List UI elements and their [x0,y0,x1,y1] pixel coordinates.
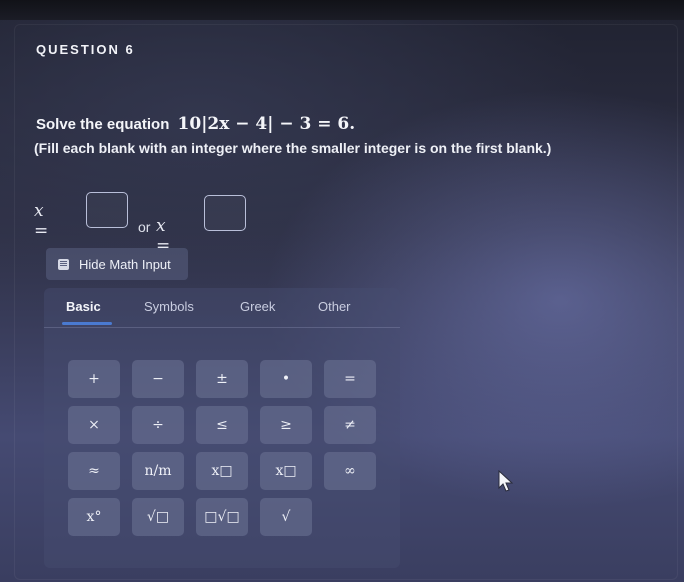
tab-basic[interactable]: Basic [66,299,101,314]
key-divide[interactable]: ÷ [132,406,184,444]
browser-top-bar [0,0,684,20]
key-plus-minus[interactable]: ± [196,360,248,398]
answer-blank-2[interactable] [204,195,246,231]
prompt-text: Solve the equation [36,116,170,133]
math-keyboard: Basic Symbols Greek Other + − ± • = × ÷ … [44,288,400,568]
equation: 10|2x − 4| − 3 = 6. [177,114,356,134]
key-not-equal[interactable]: ≠ [324,406,376,444]
keyboard-tabs: Basic Symbols Greek Other [44,288,400,328]
key-minus[interactable]: − [132,360,184,398]
tab-greek[interactable]: Greek [240,299,275,314]
key-square-root[interactable]: √□ [132,498,184,536]
key-equals[interactable]: = [324,360,376,398]
answer-blank-1[interactable] [86,192,128,228]
keyboard-icon [58,258,69,270]
variable-label-1: x = [34,201,49,241]
question-prompt: Solve the equation 10|2x − 4| − 3 = 6. [36,114,355,134]
question-title: QUESTION 6 [36,42,135,57]
key-less-equal[interactable]: ≤ [196,406,248,444]
key-fraction[interactable]: n/m [132,452,184,490]
active-tab-indicator [62,322,112,325]
mouse-cursor-icon [498,470,514,492]
question-instruction: (Fill each blank with an integer where t… [34,140,552,156]
key-radical[interactable]: √ [260,498,312,536]
or-label: or [138,219,151,235]
hide-math-input-button[interactable]: Hide Math Input [46,248,188,280]
key-dot[interactable]: • [260,360,312,398]
key-subscript[interactable]: x□ [196,452,248,490]
hide-math-input-label: Hide Math Input [79,256,171,272]
tab-other[interactable]: Other [318,299,351,314]
key-nth-root[interactable]: □√□ [196,498,248,536]
key-greater-equal[interactable]: ≥ [260,406,312,444]
key-degree[interactable]: x° [68,498,120,536]
tab-symbols[interactable]: Symbols [144,299,194,314]
key-approx[interactable]: ≈ [68,452,120,490]
key-superscript[interactable]: x□ [260,452,312,490]
key-times[interactable]: × [68,406,120,444]
key-plus[interactable]: + [68,360,120,398]
key-infinity[interactable]: ∞ [324,452,376,490]
